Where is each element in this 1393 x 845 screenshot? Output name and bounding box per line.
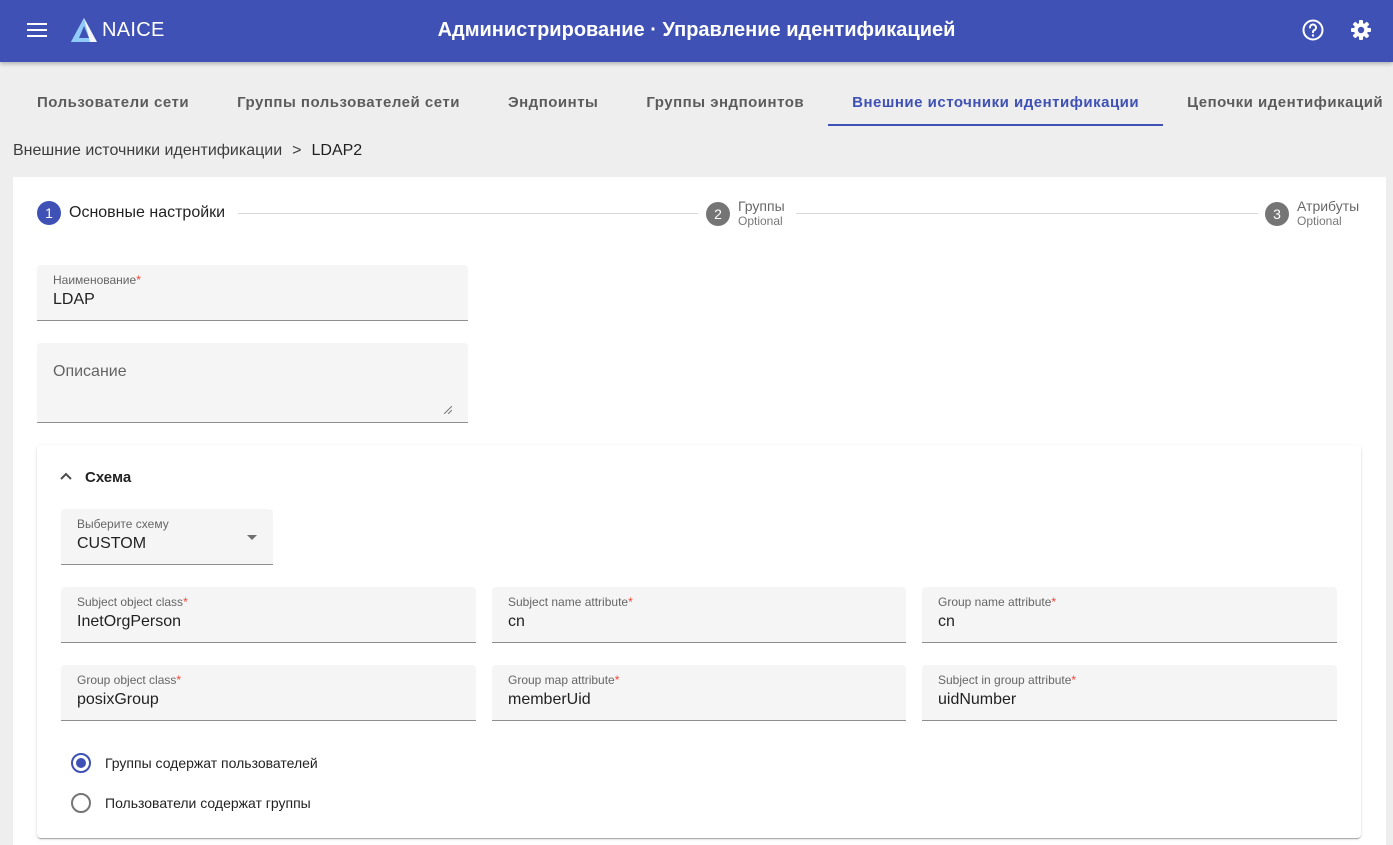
field-value: cn	[938, 613, 955, 630]
step-groups[interactable]: 2 Группы Optional	[706, 199, 785, 228]
field-value: cn	[508, 613, 525, 630]
tab-endpoints[interactable]: Эндпоинты	[484, 78, 622, 126]
required-marker: *	[183, 595, 188, 609]
field-label: Subject in group attribute	[938, 673, 1072, 687]
name-field-value: LDAP	[53, 291, 95, 308]
field-value: uidNumber	[938, 691, 1017, 708]
field-label: Group map attribute	[508, 673, 615, 687]
required-marker: *	[176, 673, 182, 687]
step-label: Группы	[738, 198, 785, 214]
group-object-class-field[interactable]: Group object class* posixGroup	[61, 665, 476, 721]
step-label: Основные настройки	[69, 204, 226, 221]
step-optional-label: Optional	[1297, 214, 1342, 228]
name-field[interactable]: Наименование* LDAP	[37, 265, 468, 321]
required-marker: *	[1051, 595, 1057, 609]
field-value: posixGroup	[77, 691, 159, 708]
schema-select-value: CUSTOM	[77, 535, 147, 552]
step-optional-label: Optional	[738, 214, 783, 228]
tab-network-users[interactable]: Пользователи сети	[13, 78, 213, 126]
field-value: InetOrgPerson	[77, 613, 182, 630]
main-card: 1 Основные настройки 2 Группы Optional 3…	[13, 177, 1386, 845]
radio-button-unchecked-icon[interactable]	[71, 793, 91, 813]
resize-handle-icon[interactable]	[444, 406, 452, 414]
tab-identity-chains[interactable]: Цепочки идентификаций	[1163, 78, 1393, 126]
tab-endpoint-groups[interactable]: Группы эндпоинтов	[622, 78, 828, 126]
schema-panel: Схема Выберите схему CUSTOM Subject obje…	[37, 445, 1361, 838]
step-connector	[238, 213, 698, 214]
field-label: Subject name attribute	[508, 595, 629, 609]
schema-select-label: Выберите схему	[77, 517, 169, 531]
group-name-attribute-field[interactable]: Group name attribute* cn	[922, 587, 1337, 643]
field-label: Group object class	[77, 673, 177, 687]
step-basic-settings[interactable]: 1 Основные настройки	[37, 201, 225, 225]
subject-object-class-field[interactable]: Subject object class* InetOrgPerson	[61, 587, 476, 643]
radio-label: Пользователи содержат группы	[105, 795, 311, 811]
description-textarea[interactable]: Описание	[37, 343, 468, 423]
radio-label: Группы содержат пользователей	[105, 755, 318, 771]
radio-button-checked-icon[interactable]	[71, 753, 91, 773]
tab-bar: Пользователи сети Группы пользователей с…	[13, 78, 1393, 126]
subject-name-attribute-field[interactable]: Subject name attribute* cn	[492, 587, 906, 643]
group-map-attribute-field[interactable]: Group map attribute* memberUid	[492, 665, 906, 721]
gear-icon[interactable]	[1348, 17, 1374, 43]
page-title: Администрирование · Управление идентифик…	[437, 19, 956, 41]
radio-groups-contain-users[interactable]: Группы содержат пользователей	[71, 753, 318, 773]
tab-network-user-groups[interactable]: Группы пользователей сети	[213, 78, 484, 126]
tab-external-identity-sources[interactable]: Внешние источники идентификации	[828, 78, 1164, 126]
help-circle-icon[interactable]	[1300, 17, 1326, 43]
required-marker: *	[614, 673, 620, 687]
subject-in-group-attribute-field[interactable]: Subject in group attribute* uidNumber	[922, 665, 1337, 721]
name-field-label: Наименование	[53, 273, 137, 287]
field-label: Group name attribute	[938, 595, 1052, 609]
breadcrumb-separator: >	[292, 142, 302, 159]
schema-panel-header[interactable]: Схема	[37, 445, 1361, 509]
breadcrumb-current: LDAP2	[311, 142, 363, 159]
breadcrumb-parent-link[interactable]: Внешние источники идентификации	[13, 142, 282, 160]
schema-select[interactable]: Выберите схему CUSTOM	[61, 509, 273, 565]
field-value: memberUid	[508, 691, 591, 708]
radio-users-contain-groups[interactable]: Пользователи содержат группы	[71, 793, 311, 813]
step-attributes[interactable]: 3 Атрибуты Optional	[1265, 199, 1359, 228]
required-marker: *	[628, 595, 633, 609]
step-number: 2	[706, 201, 730, 226]
description-placeholder: Описание	[53, 363, 127, 380]
schema-panel-title: Схема	[85, 469, 132, 486]
field-label: Subject object class	[77, 595, 184, 609]
app-bar: NAICE Администрирование · Управление иде…	[0, 0, 1393, 62]
breadcrumb: Внешние источники идентификации > LDAP2	[13, 142, 362, 160]
step-number: 3	[1265, 201, 1289, 226]
step-connector	[796, 213, 1258, 214]
dropdown-arrow-icon	[247, 535, 257, 540]
chevron-up-icon	[60, 472, 72, 480]
step-label: Атрибуты	[1297, 198, 1360, 214]
step-number: 1	[37, 201, 61, 225]
required-marker: *	[1071, 673, 1077, 687]
required-marker: *	[136, 273, 141, 287]
